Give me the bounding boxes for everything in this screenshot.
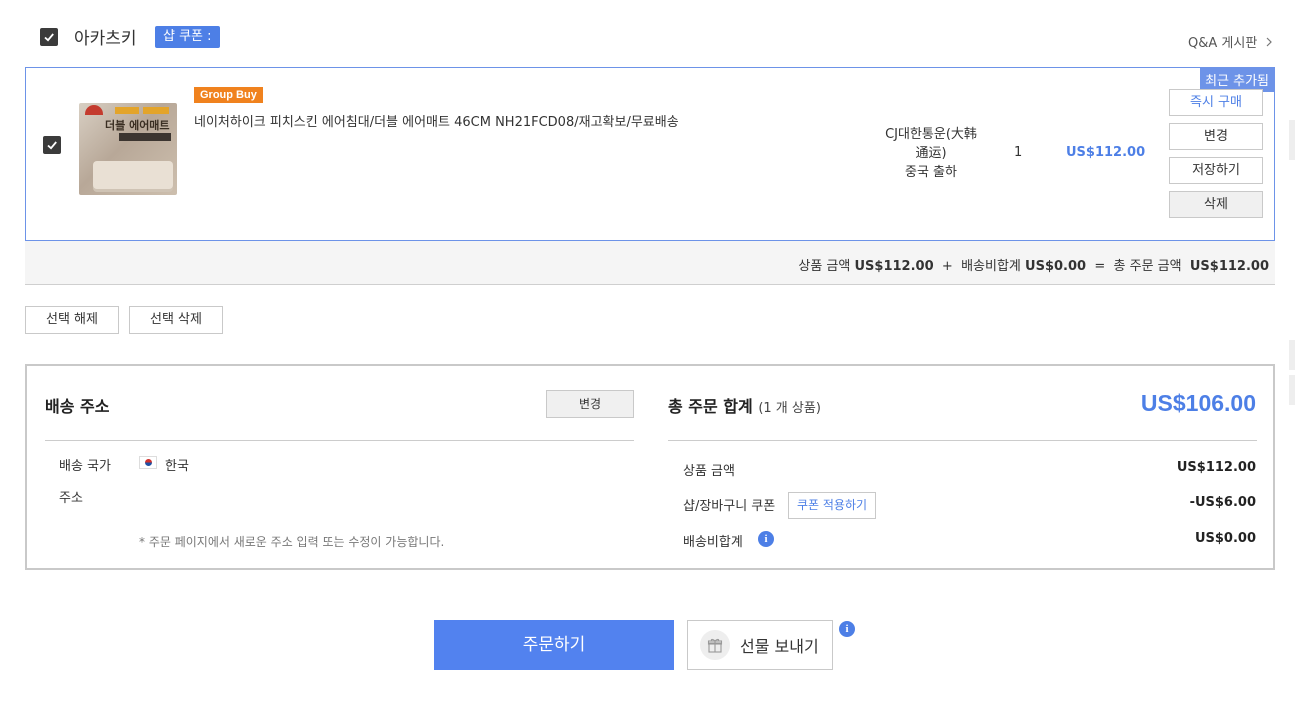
group-buy-badge: Group Buy [194, 87, 263, 103]
change-address-button[interactable]: 변경 [546, 390, 634, 418]
order-total-amount: US$106.00 [1140, 390, 1256, 416]
store-name[interactable]: 아카츠키 [74, 24, 137, 49]
country-value: 한국 [165, 459, 189, 474]
store-summary-text: 상품 금액 US$112.00 + 배송비합계 US$0.00 = 총 주문 금… [798, 259, 1269, 274]
check-icon [44, 33, 54, 42]
item-quantity: 1 [1014, 145, 1023, 160]
store-summary-bar: 상품 금액 US$112.00 + 배송비합계 US$0.00 = 총 주문 금… [25, 241, 1275, 285]
thumbnail-title: 더블 에어매트 [105, 119, 170, 132]
goods-amount-value: US$112.00 [1176, 460, 1256, 475]
info-icon[interactable]: i [758, 531, 774, 547]
chevron-right-icon [1266, 37, 1273, 47]
country-label: 배송 국가 [59, 459, 111, 474]
coupon-label: 샵/장바구니 쿠폰 [683, 499, 776, 514]
shipping-carrier: CJ대한통운(大韩 通运) 중국 출하 [885, 127, 977, 180]
qa-board-link[interactable]: Q&A 게시판 [1188, 32, 1273, 51]
scrollbar-edge [1289, 120, 1295, 160]
cart-item-card: 최근 추가됨 더블 에어매트 Group Buy 네이처하이크 피치스킨 에어침… [25, 67, 1275, 241]
gift-info-icon[interactable]: i [839, 621, 855, 637]
delete-item-button[interactable]: 삭제 [1169, 191, 1263, 218]
address-note: * 주문 페이지에서 새로운 주소 입력 또는 수정이 가능합니다. [139, 535, 445, 549]
divider [45, 440, 634, 441]
coupon-discount-value: -US$6.00 [1189, 495, 1256, 510]
change-option-button[interactable]: 변경 [1169, 123, 1263, 150]
shop-coupon-badge[interactable]: 샵 쿠폰 : [155, 26, 220, 48]
shipping-total-value: US$0.00 [1194, 531, 1256, 546]
apply-coupon-button[interactable]: 쿠폰 적용하기 [788, 492, 876, 519]
save-for-later-button[interactable]: 저장하기 [1169, 157, 1263, 184]
qa-board-label: Q&A 게시판 [1188, 36, 1258, 51]
divider [668, 440, 1257, 441]
check-icon [47, 141, 57, 150]
product-title[interactable]: 네이처하이크 피치스킨 에어침대/더블 에어매트 46CM NH21FCD08/… [194, 111, 679, 130]
brand-logo [85, 105, 103, 115]
delete-selected-button[interactable]: 선택 삭제 [129, 306, 223, 334]
product-thumbnail[interactable]: 더블 에어매트 [79, 103, 177, 195]
mattress-image [93, 161, 173, 189]
item-checkbox[interactable] [43, 136, 61, 154]
shipping-total-label: 배송비합계 [683, 535, 743, 550]
goods-amount-label: 상품 금액 [683, 464, 735, 479]
order-total-title: 총 주문 합계 (1 개 상품) [668, 397, 821, 416]
address-label: 주소 [59, 491, 83, 506]
order-button[interactable]: 주문하기 [434, 620, 674, 670]
deselect-button[interactable]: 선택 해제 [25, 306, 119, 334]
checkout-panel: 배송 주소 변경 배송 국가 한국 주소 * 주문 페이지에서 새로운 주소 입… [25, 364, 1275, 570]
send-gift-button[interactable]: 선물 보내기 [687, 620, 833, 670]
korea-flag-icon [139, 456, 157, 469]
shipping-address-title: 배송 주소 [45, 397, 110, 416]
item-price: US$112.00 [1066, 145, 1146, 160]
send-gift-label: 선물 보내기 [740, 637, 819, 656]
gift-icon [700, 630, 730, 660]
buy-now-button[interactable]: 즉시 구매 [1169, 89, 1263, 116]
item-count: (1 개 상품) [758, 401, 821, 416]
store-checkbox[interactable] [40, 28, 58, 46]
